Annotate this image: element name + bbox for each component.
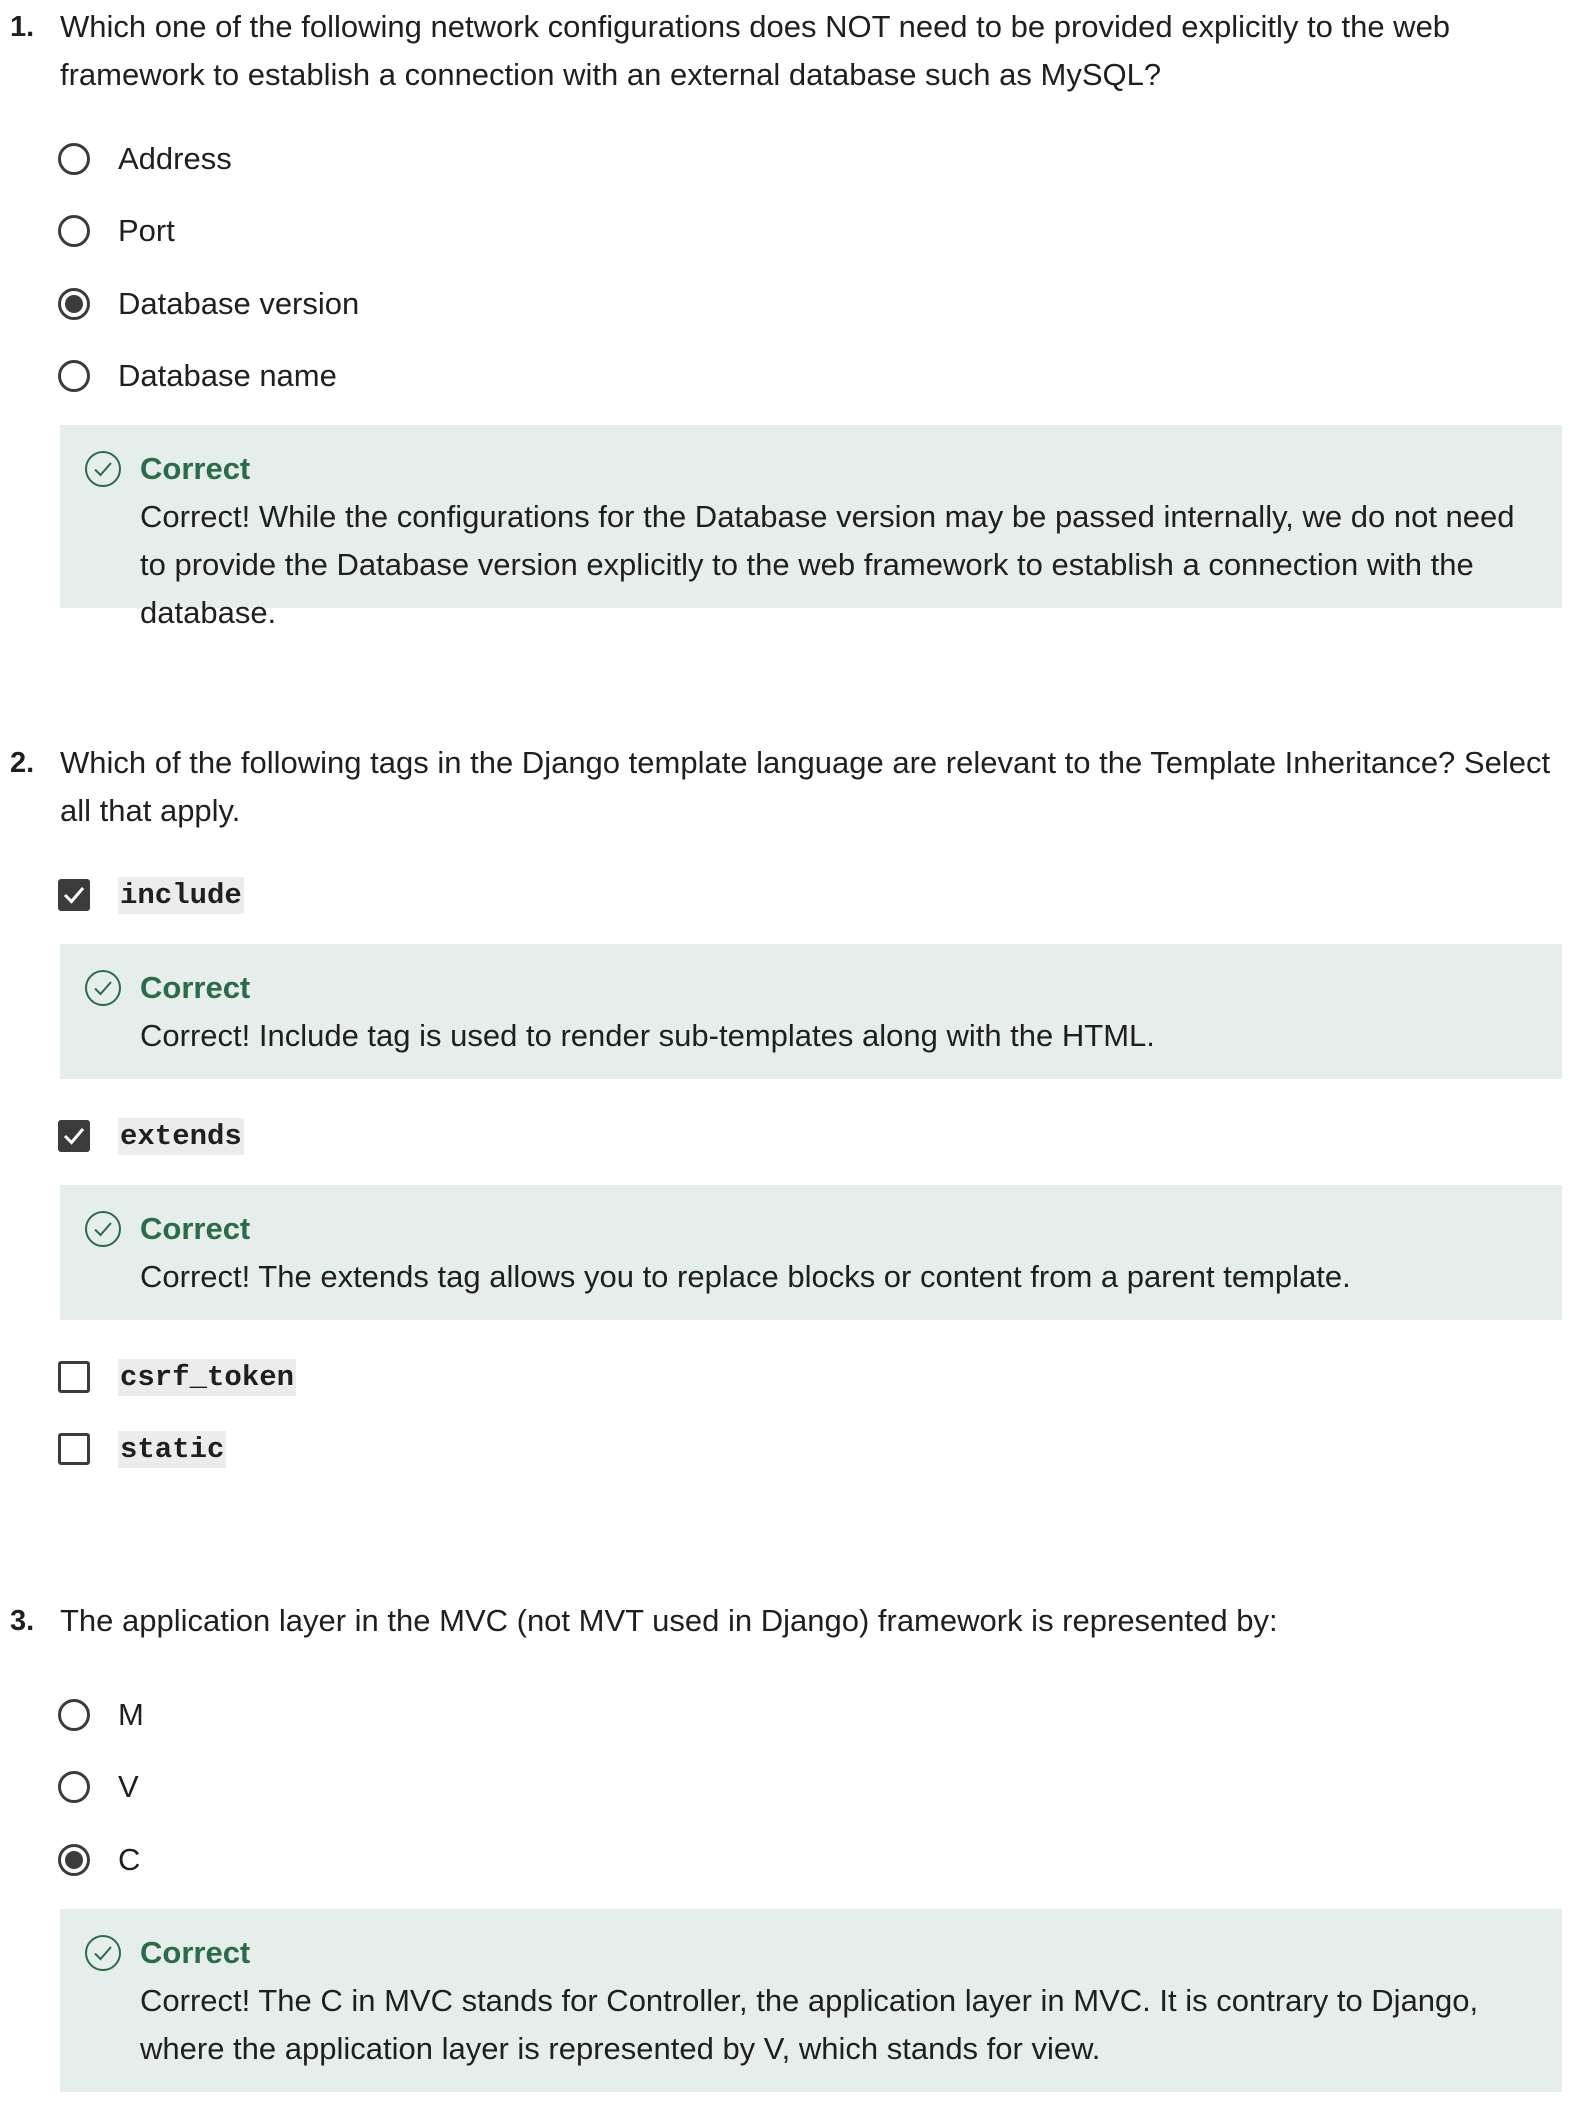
option-label: V xyxy=(118,1769,139,1804)
check-circle-icon xyxy=(85,451,121,487)
option-port[interactable]: Port xyxy=(58,206,175,256)
radio-button[interactable] xyxy=(58,1699,90,1731)
feedback-text: Correct! The C in MVC stands for Control… xyxy=(140,1983,1479,2066)
question-text: The application layer in the MVC (not MV… xyxy=(60,1603,1278,1638)
option-label: M xyxy=(118,1697,144,1732)
option-label: Port xyxy=(118,213,175,248)
feedback-text: Correct! While the configurations for th… xyxy=(140,499,1515,630)
checkmark-icon xyxy=(63,1128,85,1145)
option-label: static xyxy=(118,1430,227,1468)
question-number: 3. xyxy=(10,1605,35,1637)
feedback-correct: Correct Correct! The extends tag allows … xyxy=(60,1185,1562,1320)
option-label: C xyxy=(118,1842,141,1877)
checkbox[interactable] xyxy=(58,1361,90,1393)
feedback-correct: Correct Correct! While the configuration… xyxy=(60,425,1562,630)
check-circle-icon xyxy=(85,1211,121,1247)
radio-button[interactable] xyxy=(58,215,90,247)
feedback-title: Correct xyxy=(140,970,251,1005)
option-label: include xyxy=(118,876,244,914)
question-number: 1. xyxy=(10,11,35,43)
checkbox-checked[interactable] xyxy=(58,879,90,911)
option-label: csrf_token xyxy=(118,1358,297,1396)
radio-button[interactable] xyxy=(58,143,90,175)
check-circle-icon xyxy=(85,970,121,1006)
radio-button[interactable] xyxy=(58,360,90,392)
feedback-text: Correct! The extends tag allows you to r… xyxy=(140,1259,1351,1294)
feedback-correct: Correct Correct! The C in MVC stands for… xyxy=(60,1909,1562,2092)
question-number: 2. xyxy=(10,747,35,779)
check-circle-icon xyxy=(85,1935,121,1971)
question-text: Which one of the following network confi… xyxy=(60,9,1451,92)
option-database-name[interactable]: Database name xyxy=(58,351,337,401)
feedback-correct: Correct Correct! Include tag is used to … xyxy=(60,944,1562,1079)
feedback-text: Correct! Include tag is used to render s… xyxy=(140,1018,1155,1053)
feedback-title: Correct xyxy=(140,451,251,486)
checkbox[interactable] xyxy=(58,1433,90,1465)
option-database-version[interactable]: Database version xyxy=(58,279,359,329)
option-address[interactable]: Address xyxy=(58,134,232,184)
option-static[interactable]: static xyxy=(58,1424,227,1474)
quiz-results-page: 1. Which one of the following network co… xyxy=(0,0,1576,2114)
feedback-title: Correct xyxy=(140,1211,251,1246)
feedback-title: Correct xyxy=(140,1935,251,1970)
option-csrf-token[interactable]: csrf_token xyxy=(58,1352,297,1402)
question-text: Which of the following tags in the Djang… xyxy=(60,745,1551,828)
radio-button-selected[interactable] xyxy=(58,1844,90,1876)
radio-button-selected[interactable] xyxy=(58,288,90,320)
option-v[interactable]: V xyxy=(58,1762,139,1812)
checkmark-icon xyxy=(63,887,85,904)
radio-button[interactable] xyxy=(58,1771,90,1803)
option-extends[interactable]: extends xyxy=(58,1111,244,1161)
option-label: Database name xyxy=(118,358,337,393)
option-include[interactable]: include xyxy=(58,870,244,920)
option-label: Database version xyxy=(118,286,360,321)
option-label: Address xyxy=(118,141,232,176)
checkbox-checked[interactable] xyxy=(58,1120,90,1152)
option-m[interactable]: M xyxy=(58,1690,144,1740)
option-c[interactable]: C xyxy=(58,1835,140,1885)
option-label: extends xyxy=(118,1117,244,1155)
